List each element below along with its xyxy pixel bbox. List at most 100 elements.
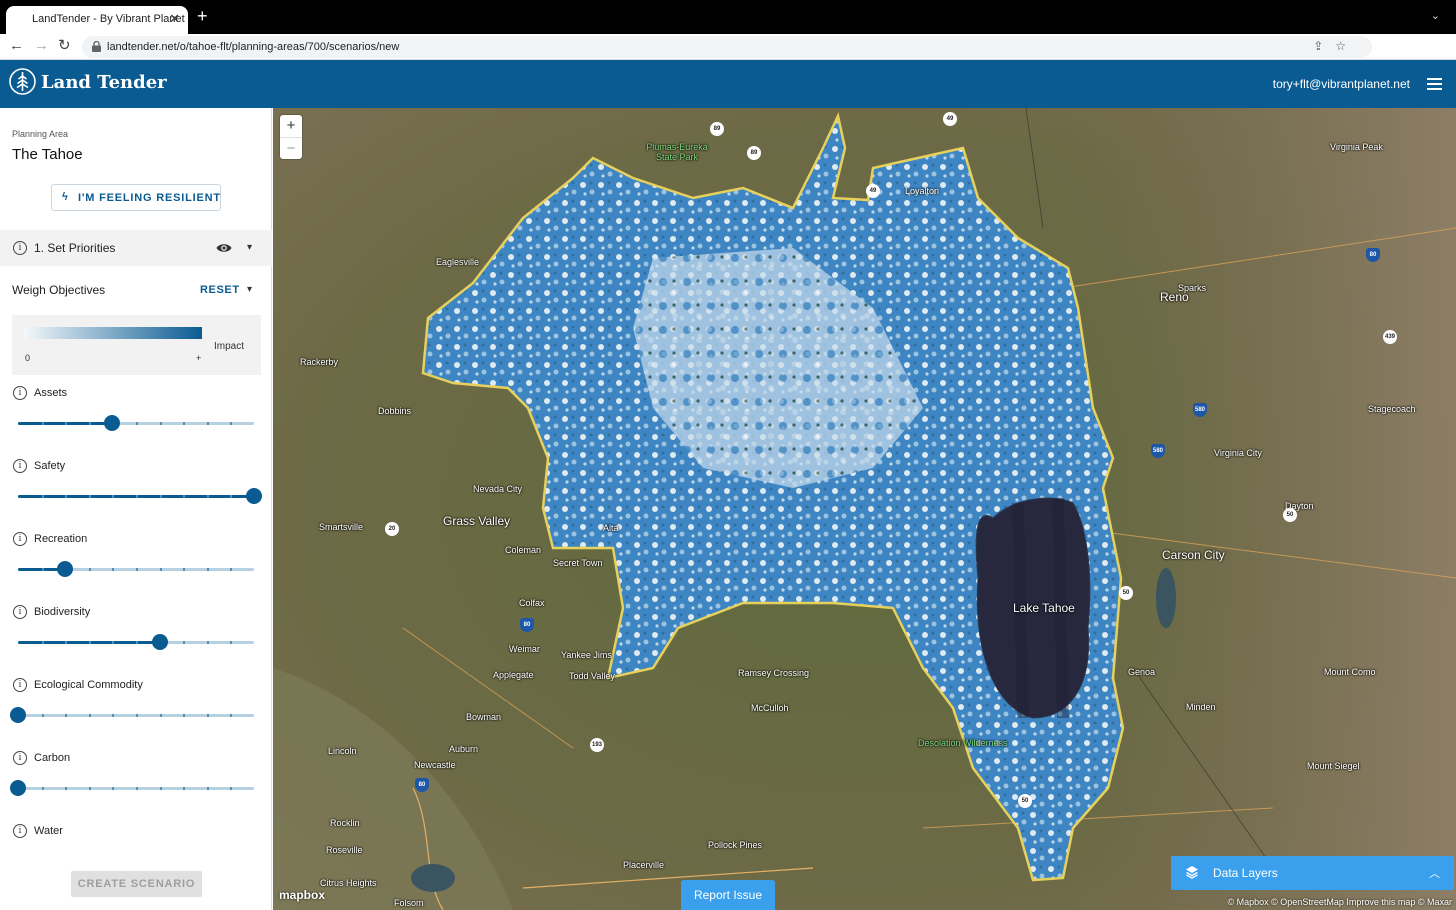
- highway-shield: 50: [1283, 508, 1297, 522]
- slider-tick: [112, 641, 115, 644]
- legend-min: 0: [25, 353, 31, 363]
- slider-tick: [136, 495, 138, 498]
- menu-icon[interactable]: [1427, 78, 1442, 90]
- objective-row: i Safety: [0, 459, 272, 532]
- slider-tick: [112, 568, 115, 571]
- highway-shield: 49: [943, 112, 957, 126]
- reset-button[interactable]: RESET: [200, 284, 240, 296]
- forward-arrow-icon[interactable]: →: [34, 38, 49, 54]
- data-layers-panel[interactable]: Data Layers ︿: [1171, 856, 1454, 890]
- objective-slider[interactable]: [10, 780, 254, 796]
- objective-slider[interactable]: [10, 707, 254, 723]
- slider-thumb[interactable]: [10, 707, 26, 723]
- slider-tick: [230, 714, 233, 717]
- slider-tick: [159, 495, 162, 498]
- map-place-label: Pollock Pines: [708, 840, 763, 850]
- eye-icon[interactable]: [216, 242, 232, 254]
- slider-thumb[interactable]: [10, 780, 26, 796]
- info-icon[interactable]: i: [13, 241, 27, 255]
- mapbox-logo[interactable]: mapbox: [279, 888, 325, 902]
- objective-row: i Carbon: [0, 751, 272, 824]
- map-place-label: Lake Tahoe: [1013, 601, 1075, 615]
- chevron-down-icon[interactable]: ▾: [247, 242, 252, 253]
- chevron-down-icon[interactable]: ▾: [247, 284, 252, 295]
- scenario-sidebar: Planning Area The Tahoe ϟ I'M FEELING RE…: [0, 108, 272, 910]
- weigh-objectives-label: Weigh Objectives: [12, 283, 106, 297]
- interstate-shield: 80: [415, 778, 429, 792]
- browser-tab[interactable]: LandTender - By Vibrant Planet ✕: [6, 6, 188, 34]
- impact-gradient: [24, 327, 202, 339]
- map-place-label: Rackerby: [300, 357, 339, 367]
- objective-slider[interactable]: [18, 415, 254, 431]
- data-layers-label: Data Layers: [1213, 866, 1278, 880]
- map-place-label: McCulloh: [751, 703, 789, 713]
- new-tab-icon[interactable]: +: [197, 7, 208, 25]
- legend-label: Impact: [214, 341, 245, 352]
- slider-thumb[interactable]: [246, 488, 262, 504]
- map-place-label: Virginia City: [1214, 448, 1262, 458]
- zoom-in-button[interactable]: +: [280, 115, 302, 137]
- highway-shield: 50: [1018, 794, 1032, 808]
- info-icon[interactable]: i: [13, 751, 27, 765]
- objective-slider[interactable]: [18, 634, 254, 650]
- slider-tick: [183, 422, 186, 425]
- planning-area-name: The Tahoe: [12, 146, 83, 163]
- slider-thumb[interactable]: [57, 561, 74, 577]
- info-icon[interactable]: i: [13, 678, 27, 692]
- reload-icon[interactable]: ↻: [58, 38, 71, 54]
- slider-thumb[interactable]: [104, 415, 121, 431]
- map-place-label: Eaglesville: [436, 257, 480, 267]
- interstate-shield: 580: [1193, 403, 1207, 417]
- objective-slider[interactable]: [18, 561, 254, 577]
- zoom-out-button[interactable]: −: [280, 137, 302, 159]
- slider-tick: [183, 714, 186, 717]
- feeling-resilient-button[interactable]: ϟ I'M FEELING RESILIENT: [51, 184, 221, 211]
- app-logo[interactable]: Land Tender: [41, 72, 167, 93]
- slider-tick: [159, 422, 162, 425]
- map-place-label: Secret Town: [553, 558, 603, 568]
- highway-shield: 89: [710, 122, 724, 136]
- slider-tick: [136, 568, 138, 571]
- map-place-label: Desolation Wilderness: [918, 738, 1008, 748]
- map-canvas: [273, 108, 1456, 910]
- map-place-label: Newcastle: [414, 760, 456, 770]
- slider-tick: [65, 641, 68, 644]
- map-place-label: Placerville: [623, 860, 665, 870]
- map-place-label: Folsom: [394, 898, 424, 908]
- slider-tick: [206, 422, 209, 425]
- slider-tick: [159, 568, 162, 571]
- map-place-label: Rocklin: [330, 818, 360, 828]
- map-view[interactable]: + − Plumas-Eureka State Park Loyalton Reno…: [273, 108, 1456, 910]
- address-bar[interactable]: landtender.net/o/tahoe-flt/planning-area…: [82, 36, 1372, 58]
- objective-row: i Ecological Commodity: [0, 678, 272, 751]
- user-email[interactable]: tory+flt@vibrantplanet.net: [1273, 77, 1410, 91]
- slider-tick: [183, 641, 186, 644]
- zoom-control: + −: [280, 115, 302, 159]
- map-place-label: Ramsey Crossing: [738, 668, 810, 678]
- highway-shield: 20: [385, 522, 399, 536]
- chevron-up-icon[interactable]: ︿: [1429, 865, 1440, 881]
- slider-thumb[interactable]: [151, 634, 168, 650]
- create-scenario-button[interactable]: CREATE SCENARIO: [71, 871, 202, 897]
- slider-tick: [230, 641, 233, 644]
- info-icon[interactable]: i: [13, 386, 27, 400]
- share-star-icons[interactable]: ⇪☆: [1313, 39, 1358, 53]
- slider-tick: [88, 787, 91, 790]
- info-icon[interactable]: i: [13, 532, 27, 546]
- info-icon[interactable]: i: [13, 459, 27, 473]
- map-place-label: Lincoln: [328, 746, 357, 756]
- map-place-label: Smartsville: [319, 522, 364, 532]
- info-icon[interactable]: i: [13, 605, 27, 619]
- info-icon[interactable]: i: [13, 824, 27, 838]
- close-tab-icon[interactable]: ✕: [169, 11, 180, 27]
- objective-slider[interactable]: [18, 488, 262, 504]
- report-issue-button[interactable]: Report Issue: [681, 880, 775, 910]
- slider-tick: [112, 495, 115, 498]
- tab-search-chevron-icon[interactable]: ⌄: [1431, 9, 1440, 22]
- map-attribution[interactable]: © Mapbox © OpenStreetMap Improve this ma…: [1228, 897, 1452, 907]
- slider-tick: [230, 568, 233, 571]
- back-arrow-icon[interactable]: ←: [9, 38, 24, 54]
- step-set-priorities[interactable]: i 1. Set Priorities ▾: [0, 230, 272, 266]
- map-place-label: Loyalton: [905, 186, 940, 196]
- map-place-label: Auburn: [449, 744, 479, 754]
